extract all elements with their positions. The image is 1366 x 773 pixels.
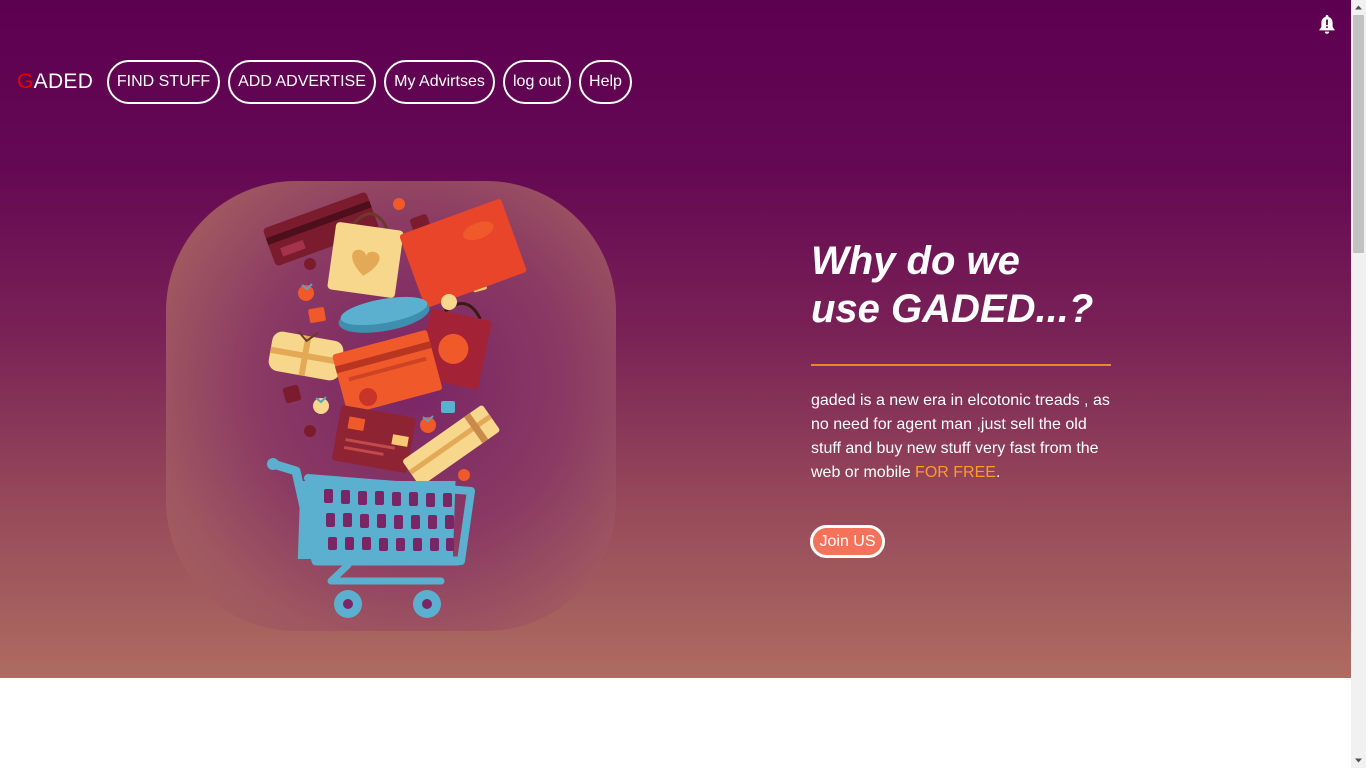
join-us-button[interactable]: Join US [810, 525, 885, 558]
nav-find-stuff-button[interactable]: FIND STUFF [107, 60, 220, 104]
hero-heading-line1: Why do we [811, 239, 1020, 283]
vertical-scrollbar[interactable] [1351, 0, 1366, 768]
hero-section: GADED FIND STUFF ADD ADVERTISE My Advirt… [0, 0, 1351, 678]
nav-log-out-button[interactable]: log out [503, 60, 571, 104]
for-free-highlight: FOR FREE [915, 464, 996, 481]
scroll-up-arrow-icon[interactable] [1351, 0, 1366, 15]
bell-alert-icon[interactable] [1316, 13, 1338, 35]
hero-illustration [166, 181, 616, 631]
description-end: . [995, 464, 1001, 481]
logo-first-letter: G [17, 70, 34, 93]
brand-logo[interactable]: GADED [17, 70, 93, 94]
nav-add-advertise-button[interactable]: ADD ADVERTISE [228, 60, 376, 104]
scrollbar-thumb[interactable] [1353, 15, 1364, 253]
nav-help-button[interactable]: Help [579, 60, 632, 104]
page-viewport: GADED FIND STUFF ADD ADVERTISE My Advirt… [0, 0, 1351, 768]
shopping-cart-illustration [263, 192, 527, 618]
nav-my-advirtses-button[interactable]: My Advirtses [384, 60, 495, 104]
heading-divider [811, 364, 1111, 366]
hero-heading-line2: use GADED...? [811, 287, 1094, 331]
logo-rest: ADED [33, 70, 94, 93]
hero-description: gaded is a new era in elcotonic treads ,… [811, 389, 1116, 485]
hero-heading: Why do we use GADED...? [811, 237, 1131, 333]
scroll-down-arrow-icon[interactable] [1351, 753, 1366, 768]
